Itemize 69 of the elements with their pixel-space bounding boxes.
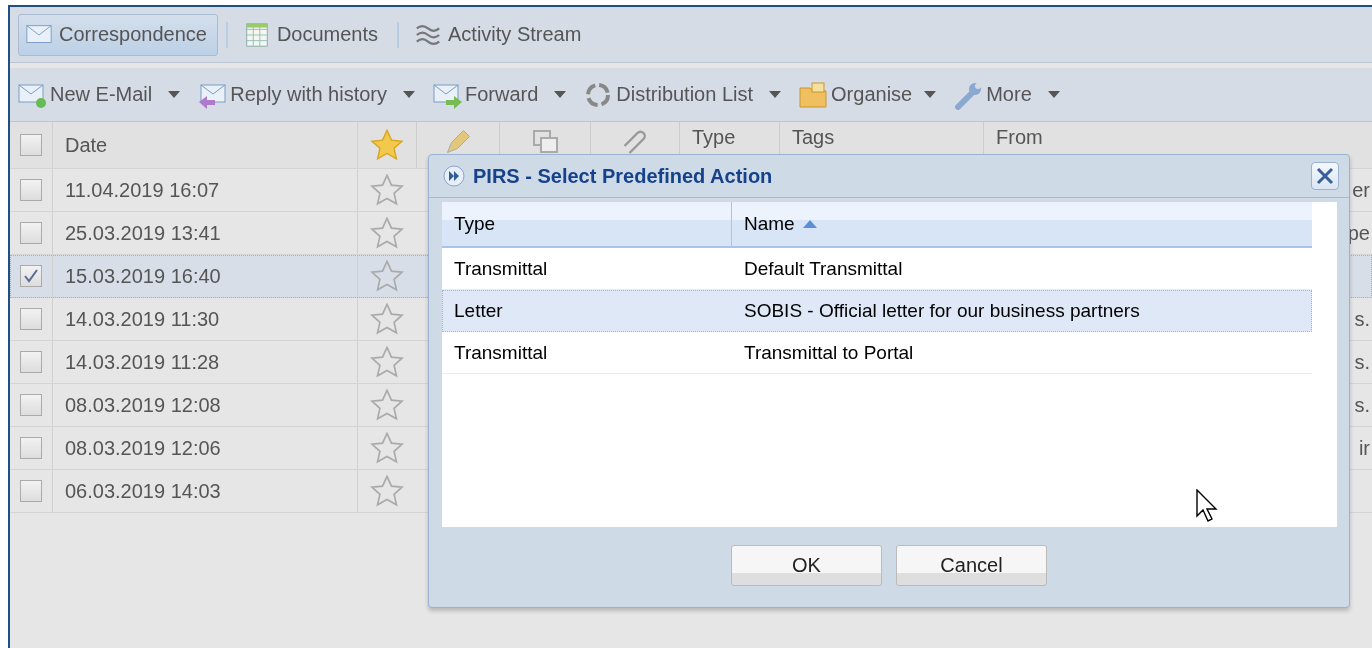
toolbar-button[interactable]: More [986, 83, 1032, 106]
checkbox[interactable] [20, 480, 42, 502]
caret-icon[interactable] [168, 91, 181, 98]
table-cell: Transmittal [454, 257, 548, 280]
star-icon[interactable] [370, 475, 404, 507]
table-cell: 11.04.2019 16:07 [65, 178, 220, 202]
checkbox[interactable] [20, 308, 42, 330]
tab[interactable]: Correspondence [18, 13, 218, 56]
caret-icon[interactable] [554, 91, 567, 98]
table-cell: 06.03.2019 14:03 [65, 479, 221, 503]
checkbox[interactable] [20, 179, 42, 201]
checkbox[interactable] [20, 222, 42, 244]
tab[interactable]: Activity Stream [407, 13, 593, 56]
caret-icon[interactable] [769, 91, 782, 98]
table-cell: 08.03.2019 12:06 [65, 436, 221, 460]
table-cell: 15.03.2019 16:40 [65, 264, 221, 288]
toolbar-button[interactable]: Organise [831, 83, 913, 106]
list-row[interactable]: Letter SOBIS - Official letter for our business partners [442, 290, 1312, 332]
toolbar-button[interactable]: Distribution List [616, 83, 754, 106]
close-button[interactable] [1311, 162, 1339, 190]
dialog-button[interactable]: OK [731, 545, 882, 586]
table-cell: Default Transmittal [744, 257, 903, 280]
checkbox[interactable] [20, 394, 42, 416]
star-icon[interactable] [370, 174, 404, 206]
table-cell: s. [1354, 307, 1370, 331]
close-icon[interactable] [1316, 167, 1334, 185]
table-cell: SOBIS - Official letter for our business partners [744, 299, 1140, 322]
table-cell: 14.03.2019 11:28 [65, 350, 220, 374]
table-cell: 08.03.2019 12:08 [65, 393, 221, 417]
table-cell: 25.03.2019 13:41 [65, 221, 221, 245]
column-header[interactable]: From [996, 126, 1043, 148]
mouse-cursor-icon [1196, 489, 1218, 523]
paperclip-icon [623, 130, 647, 154]
toolbar-button[interactable]: New E-Mail [50, 83, 153, 106]
column-header[interactable]: Date [65, 133, 108, 157]
checkbox[interactable] [20, 437, 42, 459]
star-icon[interactable] [370, 346, 404, 378]
table-cell: Transmittal [454, 341, 548, 364]
caret-icon[interactable] [402, 91, 415, 98]
toolbar-button[interactable]: Forward [464, 83, 539, 106]
folder-icon [797, 79, 830, 110]
toolbar-button[interactable]: Reply with history [230, 83, 387, 106]
column-header[interactable]: Type [692, 126, 736, 148]
star-icon[interactable] [370, 260, 404, 292]
star-icon[interactable] [370, 389, 404, 421]
dialog-button[interactable]: Cancel [896, 545, 1047, 586]
star-icon[interactable] [370, 303, 404, 335]
column-header[interactable]: Type [442, 202, 732, 246]
table-cell: Letter [454, 299, 503, 322]
column-header[interactable]: Name [732, 202, 1312, 246]
table-cell: 14.03.2019 11:30 [65, 307, 220, 331]
copy-icon [532, 130, 558, 153]
caret-icon[interactable] [924, 91, 937, 98]
table-cell: s. [1354, 350, 1370, 374]
table-cell: s. [1354, 393, 1370, 417]
dialog-title: PIRS - Select Predefined Action [473, 164, 774, 188]
star-icon[interactable] [370, 432, 404, 464]
table-cell: Transmittal to Portal [744, 341, 914, 364]
caret-icon[interactable] [1047, 91, 1060, 98]
star-icon [370, 129, 404, 161]
tab[interactable]: Documents [235, 13, 390, 56]
column-header[interactable]: Tags [792, 126, 835, 148]
list-row[interactable]: Transmittal Transmittal to Portal [442, 332, 1312, 374]
checkbox[interactable] [20, 134, 42, 156]
checkbox[interactable] [20, 265, 42, 287]
checkbox[interactable] [20, 351, 42, 373]
table-cell: ir [1358, 436, 1370, 460]
table-cell: er [1352, 178, 1370, 202]
star-icon[interactable] [370, 217, 404, 249]
